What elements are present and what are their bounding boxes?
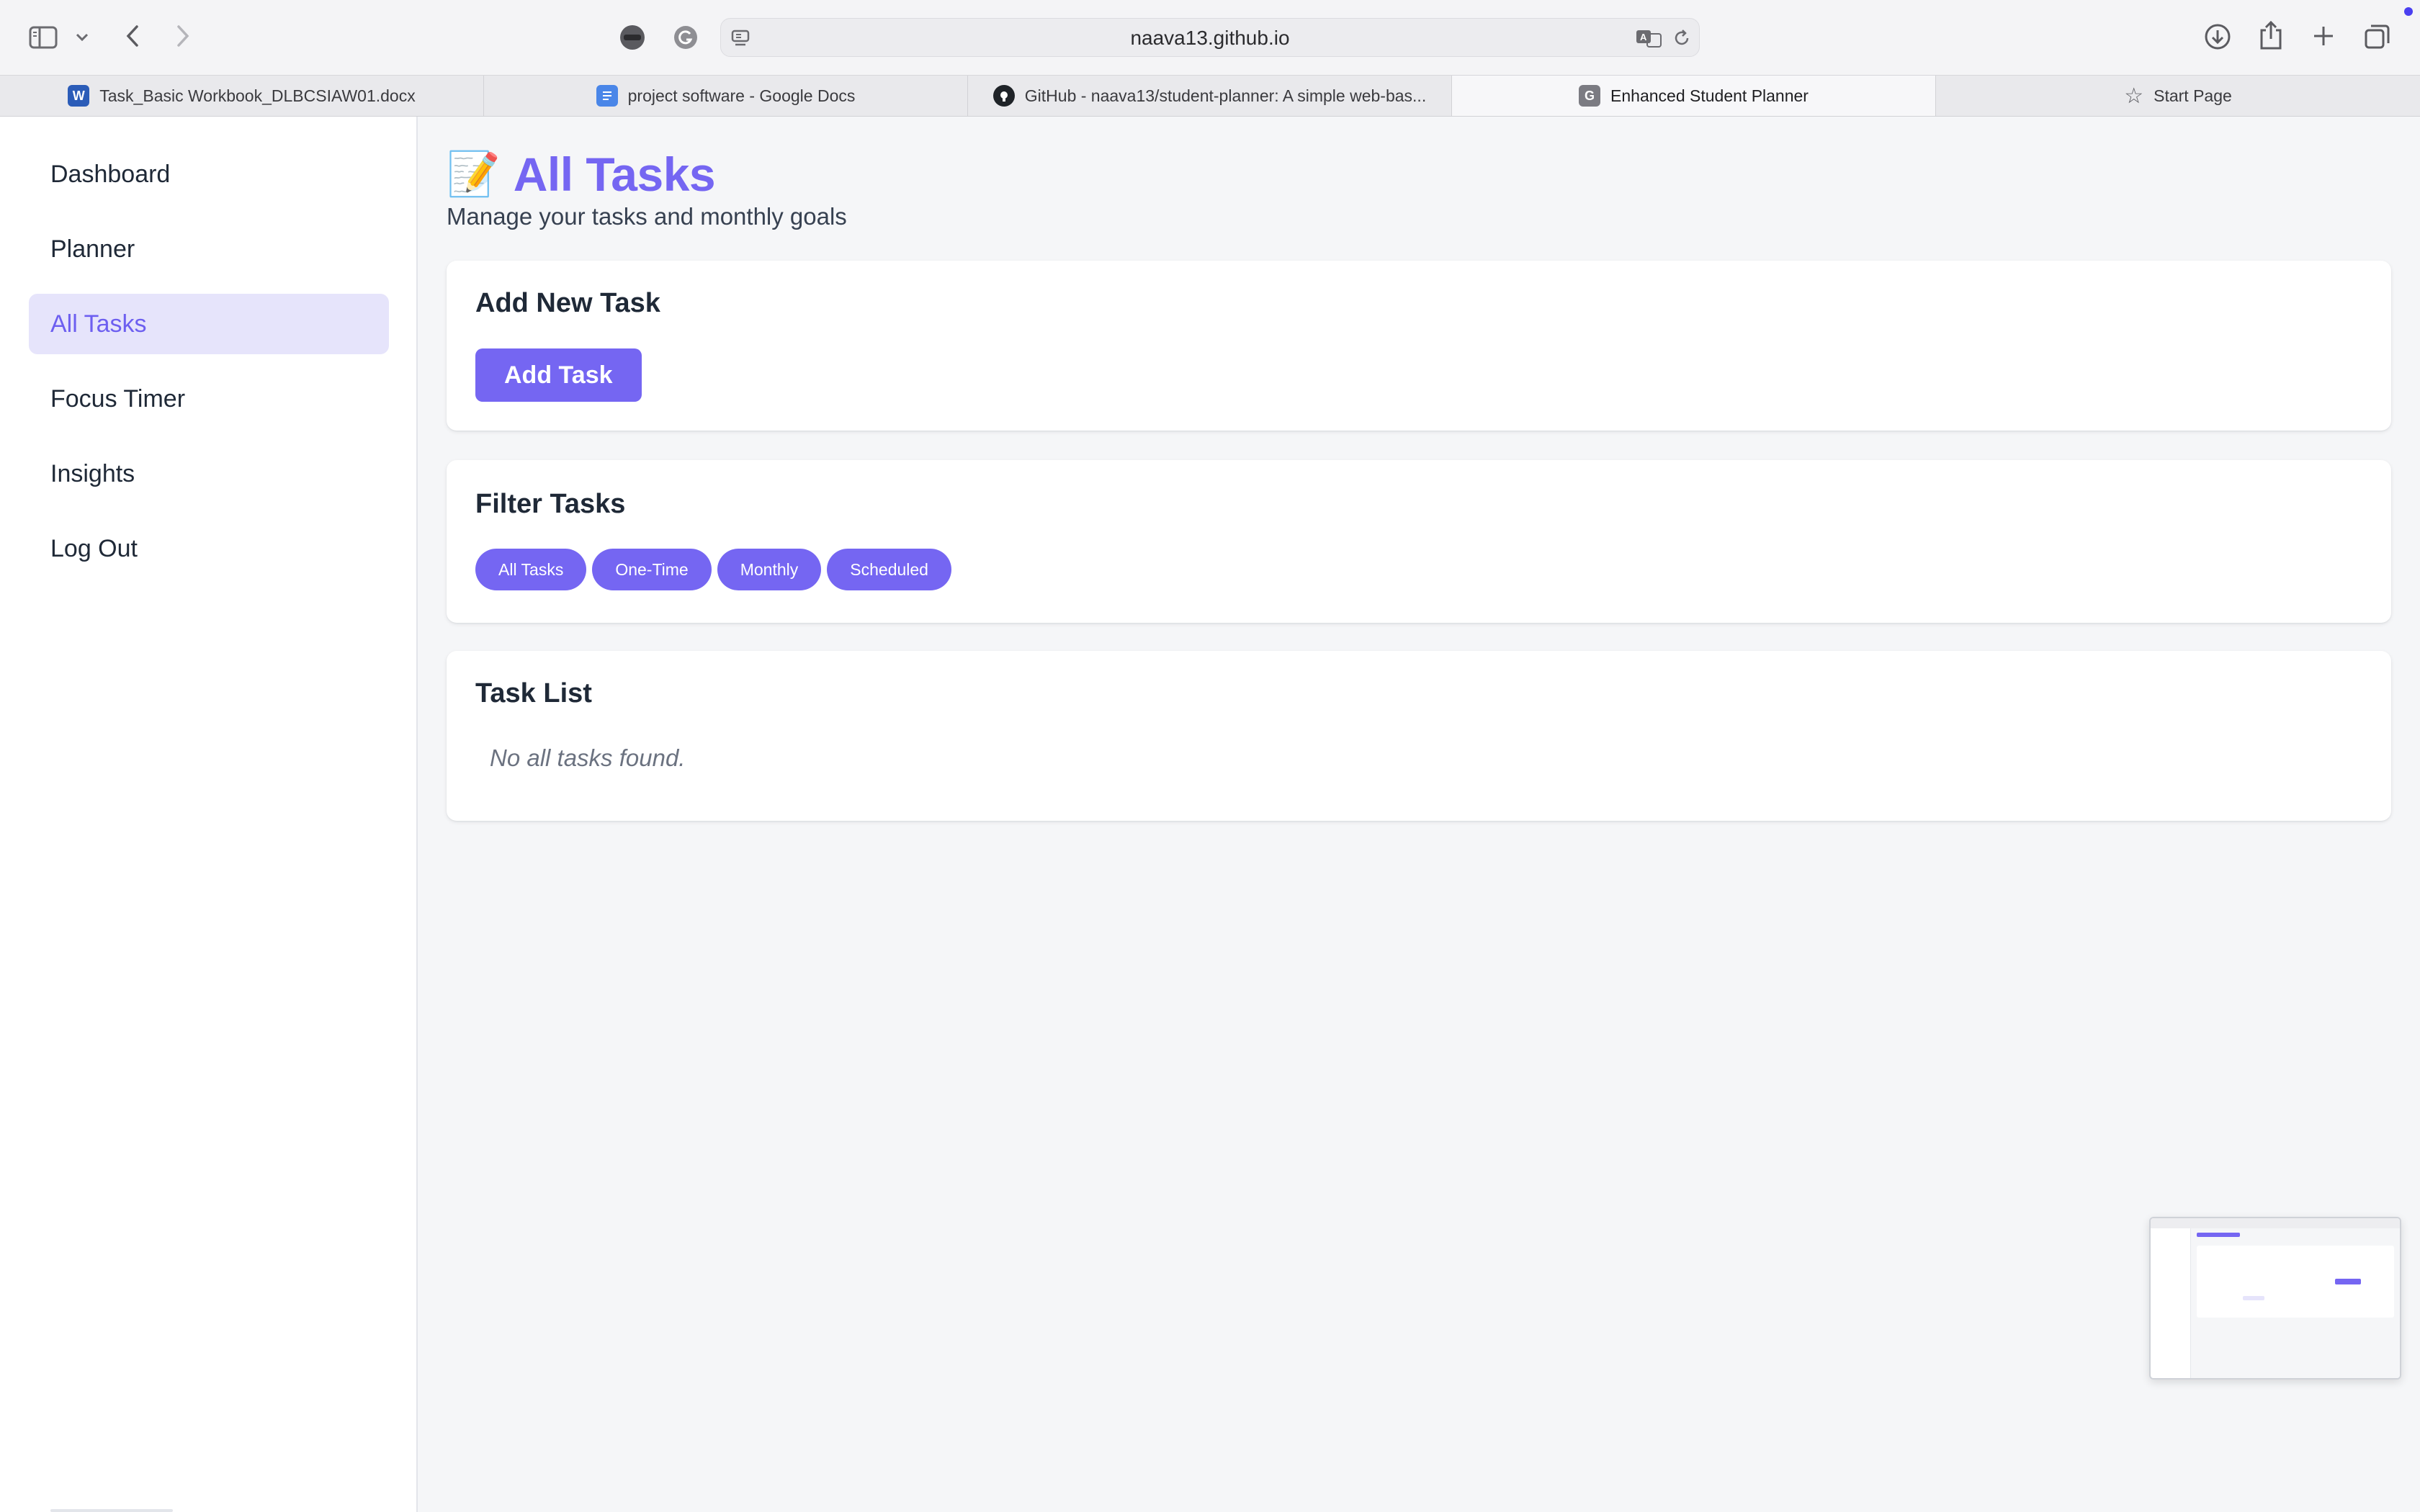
empty-task-message: No all tasks found. xyxy=(490,744,686,771)
task-list-card: Task List No all tasks found. xyxy=(447,651,2391,821)
filter-pill-group: All Tasks One-Time Monthly Scheduled xyxy=(475,549,951,590)
thumbnail-toolbar xyxy=(2151,1218,2400,1228)
memo-icon: 📝 xyxy=(447,150,501,198)
page-subtitle: Manage your tasks and monthly goals xyxy=(447,203,847,230)
thumbnail-highlight xyxy=(2335,1279,2361,1284)
tab-word-doc[interactable]: W Task_Basic Workbook_DLBCSIAW01.docx xyxy=(0,76,484,116)
sidebar-item-dashboard[interactable]: Dashboard xyxy=(29,144,389,204)
back-arrow-icon[interactable] xyxy=(118,22,147,50)
grammarly-extension-icon[interactable] xyxy=(671,23,700,52)
tab-label: Start Page xyxy=(2154,86,2232,105)
tab-overview-icon[interactable] xyxy=(2362,22,2393,52)
chevron-down-icon[interactable] xyxy=(71,27,94,48)
github-icon xyxy=(992,85,1015,107)
tab-start-page[interactable]: ☆ Start Page xyxy=(1936,76,2420,116)
sidebar-item-log-out[interactable]: Log Out xyxy=(29,518,389,579)
tab-label: GitHub - naava13/student-planner: A simp… xyxy=(1024,86,1427,105)
sidebar-item-planner[interactable]: Planner xyxy=(29,219,389,279)
thumbnail-calendar xyxy=(2197,1246,2394,1318)
tab-bar: W Task_Basic Workbook_DLBCSIAW01.docx pr… xyxy=(0,75,2420,117)
app-sidebar: Dashboard Planner All Tasks Focus Timer … xyxy=(0,117,418,1512)
address-bar[interactable]: naava13.github.io A xyxy=(720,18,1700,57)
filter-all-tasks-button[interactable]: All Tasks xyxy=(475,549,587,590)
word-icon: W xyxy=(68,85,90,107)
add-task-button[interactable]: Add Task xyxy=(475,348,642,402)
notification-dot xyxy=(2404,7,2413,16)
translate-icon[interactable]: A xyxy=(1634,27,1663,50)
window-thumbnail-preview[interactable] xyxy=(2149,1217,2401,1380)
google-docs-icon xyxy=(596,85,618,107)
thumbnail-title xyxy=(2197,1233,2240,1237)
svg-text:A: A xyxy=(1640,32,1647,42)
tab-label: project software - Google Docs xyxy=(627,86,856,105)
page-title-text: All Tasks xyxy=(513,148,716,201)
page-title: 📝 All Tasks xyxy=(447,145,716,203)
star-icon: ☆ xyxy=(2124,84,2144,108)
add-task-card: Add New Task Add Task xyxy=(447,261,2391,431)
extension-avatar-icon[interactable] xyxy=(618,23,647,52)
url-text: naava13.github.io xyxy=(1130,27,1290,49)
thumbnail-selection xyxy=(2243,1296,2264,1300)
filter-scheduled-button[interactable]: Scheduled xyxy=(827,549,951,590)
filter-tasks-heading: Filter Tasks xyxy=(475,489,626,519)
g-letter-icon: G xyxy=(1579,85,1601,107)
add-task-heading: Add New Task xyxy=(475,288,660,318)
share-icon[interactable] xyxy=(2257,19,2285,52)
thumbnail-sidebar xyxy=(2151,1228,2191,1378)
reload-icon[interactable] xyxy=(1670,27,1693,50)
tab-google-docs[interactable]: project software - Google Docs xyxy=(484,76,968,116)
tab-enhanced-student-planner[interactable]: G Enhanced Student Planner xyxy=(1452,76,1936,116)
tab-github[interactable]: GitHub - naava13/student-planner: A simp… xyxy=(968,76,1452,116)
task-list-heading: Task List xyxy=(475,678,592,708)
sidebar-item-focus-timer[interactable]: Focus Timer xyxy=(29,369,389,429)
sidebar-toggle-icon[interactable] xyxy=(27,23,59,52)
main-content: 📝 All Tasks Manage your tasks and monthl… xyxy=(418,117,2420,1512)
forward-arrow-icon[interactable] xyxy=(169,22,197,50)
downloads-icon[interactable] xyxy=(2202,22,2233,52)
new-tab-plus-icon[interactable] xyxy=(2309,22,2338,50)
filter-monthly-button[interactable]: Monthly xyxy=(717,549,822,590)
scroll-indicator xyxy=(50,1509,173,1512)
sidebar-item-insights[interactable]: Insights xyxy=(29,444,389,504)
sidebar-item-all-tasks[interactable]: All Tasks xyxy=(29,294,389,354)
filter-one-time-button[interactable]: One-Time xyxy=(592,549,712,590)
tab-label: Enhanced Student Planner xyxy=(1610,86,1809,105)
tab-label: Task_Basic Workbook_DLBCSIAW01.docx xyxy=(99,86,416,105)
thumbnail-main xyxy=(2191,1228,2400,1378)
browser-toolbar: naava13.github.io A xyxy=(0,0,2420,75)
filter-tasks-card: Filter Tasks All Tasks One-Time Monthly … xyxy=(447,460,2391,623)
